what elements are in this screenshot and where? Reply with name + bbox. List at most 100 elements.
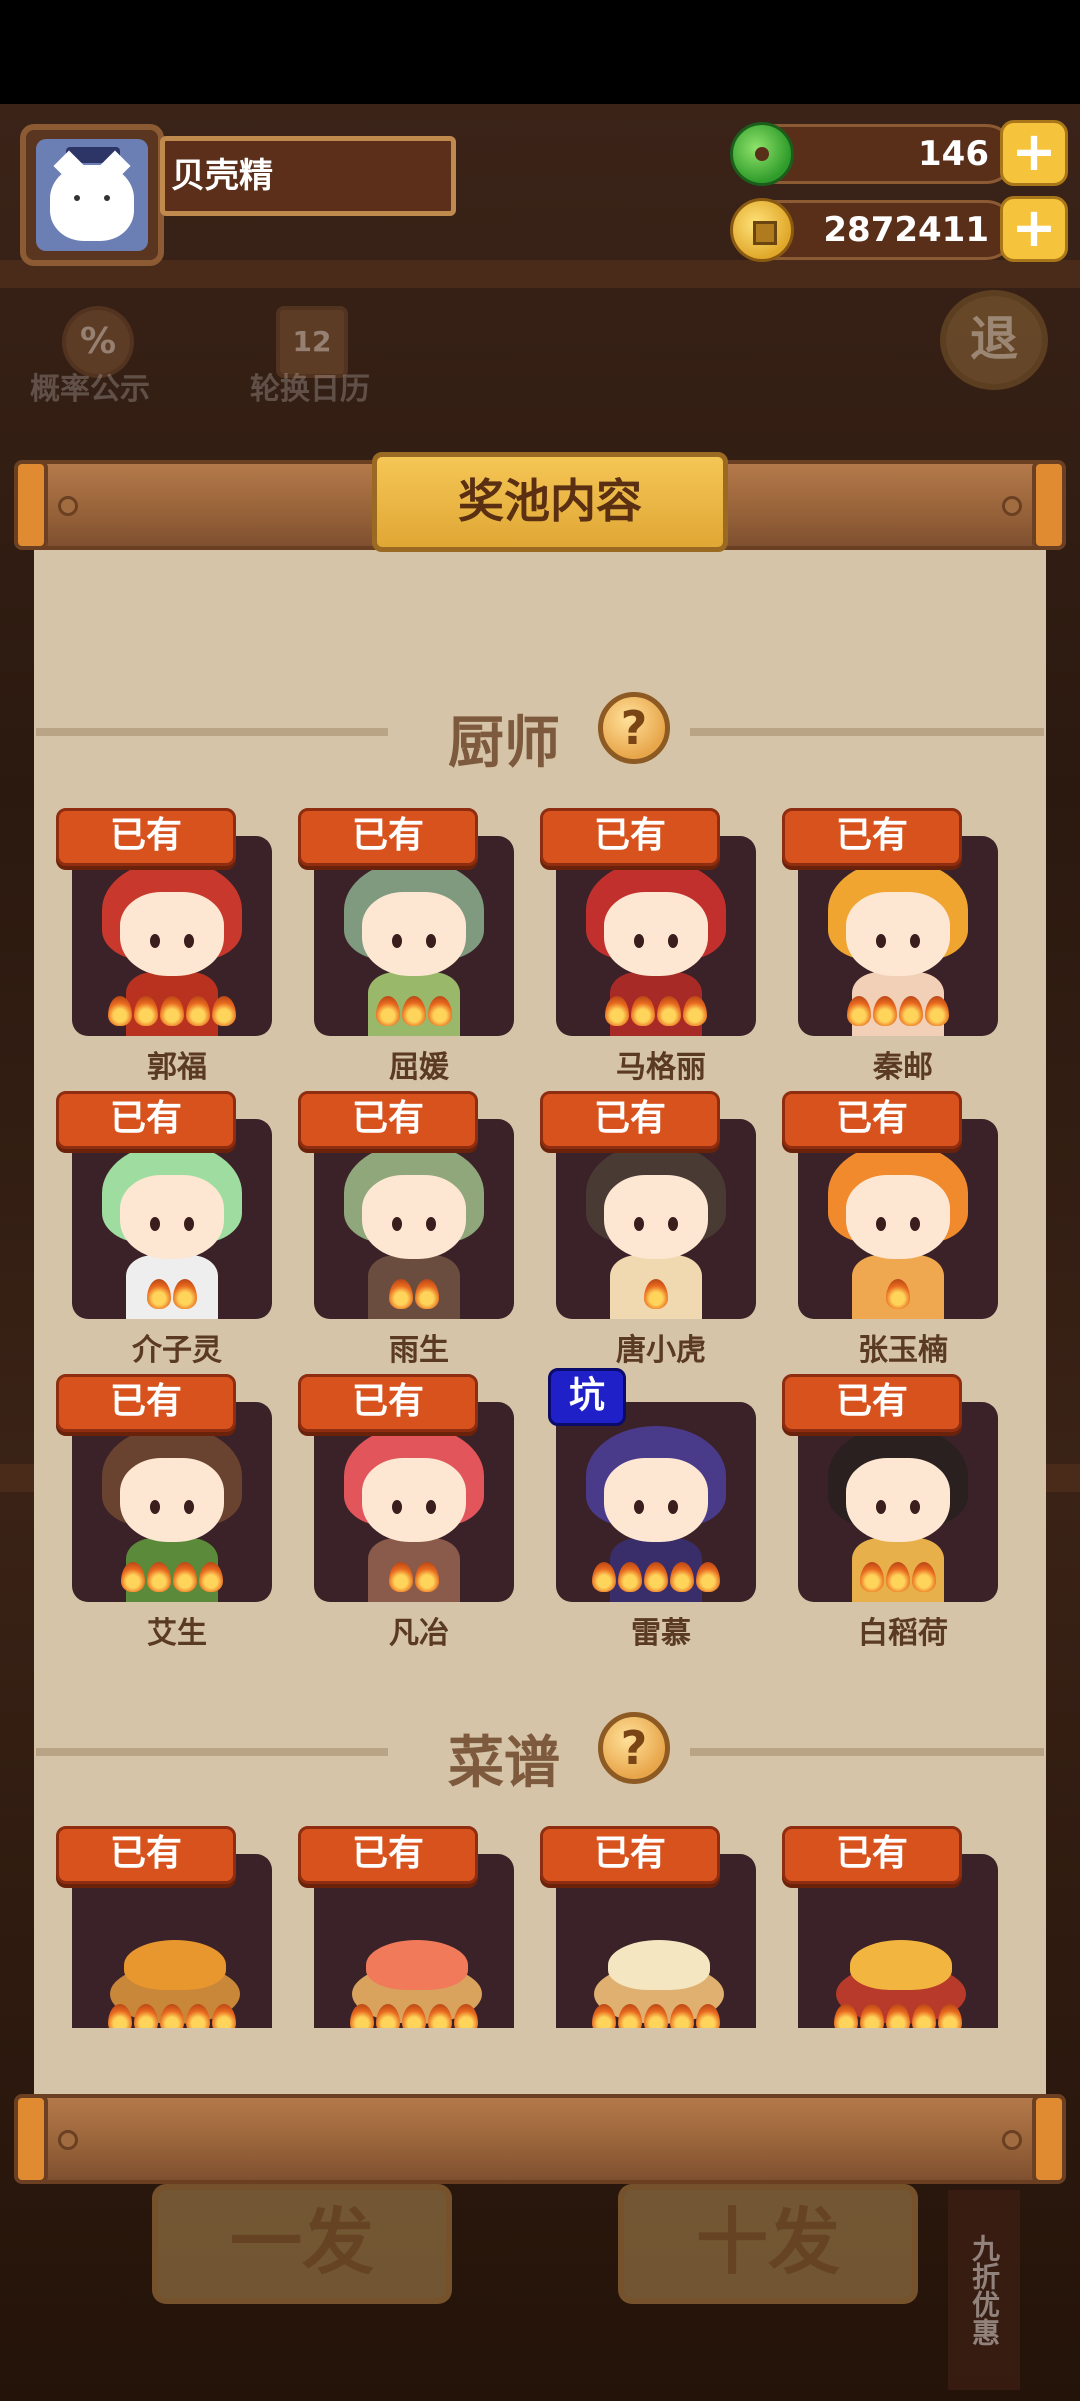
chef-card[interactable]: 已有 白稻荷 — [782, 1374, 1024, 1651]
flame-star-icon — [199, 1562, 223, 1592]
ownership-badge: 已有 — [298, 1091, 478, 1149]
recipes-help-icon[interactable]: ? — [598, 1712, 670, 1784]
flame-star-icon — [670, 2004, 694, 2028]
player-avatar[interactable] — [20, 124, 164, 266]
recipe-card[interactable]: 已有 — [540, 1826, 782, 2066]
recipe-card[interactable]: 已有 — [782, 1826, 1024, 2066]
chef-face — [362, 1175, 466, 1259]
panel-bottom-plank — [14, 2094, 1066, 2184]
chef-face — [846, 892, 950, 976]
flame-star-icon — [212, 996, 236, 1026]
rotation-calendar-button[interactable]: 轮换日历 — [250, 364, 370, 408]
ownership-badge: 已有 — [298, 808, 478, 866]
panel-title: 奖池内容 — [372, 452, 728, 552]
flame-star-icon — [618, 1562, 642, 1592]
chef-card[interactable]: 已有 郭福 — [56, 808, 298, 1085]
recipe-card[interactable]: 已有 — [298, 1826, 540, 2066]
add-coins-button[interactable]: + — [1000, 196, 1068, 262]
chef-card[interactable]: 已有 雨生 — [298, 1091, 540, 1368]
chef-card[interactable]: 已有 秦邮 — [782, 808, 1024, 1085]
flame-star-icon — [350, 2004, 374, 2028]
flame-star-icon — [938, 2004, 962, 2028]
star-rating — [72, 1279, 272, 1319]
chef-card[interactable]: 已有 艾生 — [56, 1374, 298, 1651]
chef-portrait — [314, 836, 514, 1036]
chef-face — [604, 892, 708, 976]
star-rating — [314, 2004, 514, 2028]
star-rating — [72, 2004, 272, 2028]
ownership-badge: 已有 — [56, 1374, 236, 1432]
ten-pull-button[interactable]: 十发 — [618, 2184, 918, 2304]
chef-card[interactable]: 已有屈媛 — [298, 808, 540, 1085]
ownership-badge: 已有 — [782, 1826, 962, 1884]
flame-star-icon — [592, 2004, 616, 2028]
chefs-help-icon[interactable]: ? — [598, 692, 670, 764]
chef-card[interactable]: 已有 凡冶 — [298, 1374, 540, 1651]
chef-eye — [876, 1500, 886, 1514]
exit-button[interactable]: 退 — [940, 290, 1048, 390]
flame-star-icon — [925, 996, 949, 1026]
star-rating — [72, 1562, 272, 1602]
probability-button[interactable]: 概率公示 — [30, 364, 150, 408]
chef-eye — [150, 934, 160, 948]
chef-name: 雷慕 — [631, 1616, 691, 1651]
flame-star-icon — [631, 996, 655, 1026]
dish-food — [366, 1940, 468, 1990]
flame-star-icon — [186, 2004, 210, 2028]
chef-face — [846, 1175, 950, 1259]
chef-name: 屈媛 — [389, 1050, 449, 1085]
flame-star-icon — [860, 2004, 884, 2028]
chef-eye — [668, 1217, 678, 1231]
chef-eye — [668, 934, 678, 948]
chefs-section-title: 厨师 — [448, 711, 560, 776]
single-pull-button[interactable]: 一发 — [152, 2184, 452, 2304]
divider-line — [36, 1748, 388, 1756]
flame-star-icon — [402, 2004, 426, 2028]
ownership-badge: 已有 — [782, 808, 962, 866]
chef-card[interactable]: 已有 唐小虎 — [540, 1091, 782, 1368]
chef-eye — [392, 1500, 402, 1514]
flame-star-icon — [860, 1562, 884, 1592]
chef-name: 张玉楠 — [858, 1333, 948, 1368]
chef-name: 介子灵 — [132, 1333, 222, 1368]
star-rating — [798, 1562, 998, 1602]
flame-star-icon — [873, 996, 897, 1026]
chef-card[interactable]: 坑雷慕 — [540, 1368, 782, 1651]
chef-eye — [634, 934, 644, 948]
player-name: 贝壳精 — [160, 136, 456, 216]
chef-eye — [910, 1500, 920, 1514]
chef-card[interactable]: 已有 张玉楠 — [782, 1091, 1024, 1368]
star-rating — [556, 996, 756, 1036]
flame-star-icon — [402, 996, 426, 1026]
chef-portrait — [314, 1119, 514, 1319]
ownership-badge: 已有 — [56, 1826, 236, 1884]
flame-star-icon — [160, 996, 184, 1026]
add-jade-button[interactable]: + — [1000, 120, 1068, 186]
flame-star-icon — [696, 1562, 720, 1592]
flame-star-icon — [696, 2004, 720, 2028]
chef-card[interactable]: 已有 介子灵 — [56, 1091, 298, 1368]
chef-eye — [876, 1217, 886, 1231]
chef-portrait — [798, 1119, 998, 1319]
chef-name: 马格丽 — [616, 1050, 706, 1085]
flame-star-icon — [376, 996, 400, 1026]
flame-star-icon — [605, 996, 629, 1026]
flame-star-icon — [912, 2004, 936, 2028]
chef-face — [362, 1458, 466, 1542]
divider-line — [690, 1748, 1044, 1756]
chef-eye — [184, 1217, 194, 1231]
star-rating — [314, 996, 514, 1036]
chef-name: 唐小虎 — [616, 1333, 706, 1368]
recipe-card[interactable]: 已有 — [56, 1826, 298, 2066]
flame-star-icon — [186, 996, 210, 1026]
chef-card[interactable]: 已有 马格丽 — [540, 808, 782, 1085]
divider-line — [690, 728, 1044, 736]
dish-food — [124, 1940, 226, 1990]
chef-portrait — [556, 1119, 756, 1319]
flame-star-icon — [108, 996, 132, 1026]
divider-line — [36, 728, 388, 736]
recipes-section-title: 菜谱 — [448, 1731, 560, 1796]
flame-star-icon — [173, 1562, 197, 1592]
flame-star-icon — [886, 1562, 910, 1592]
ownership-badge: 已有 — [540, 1826, 720, 1884]
